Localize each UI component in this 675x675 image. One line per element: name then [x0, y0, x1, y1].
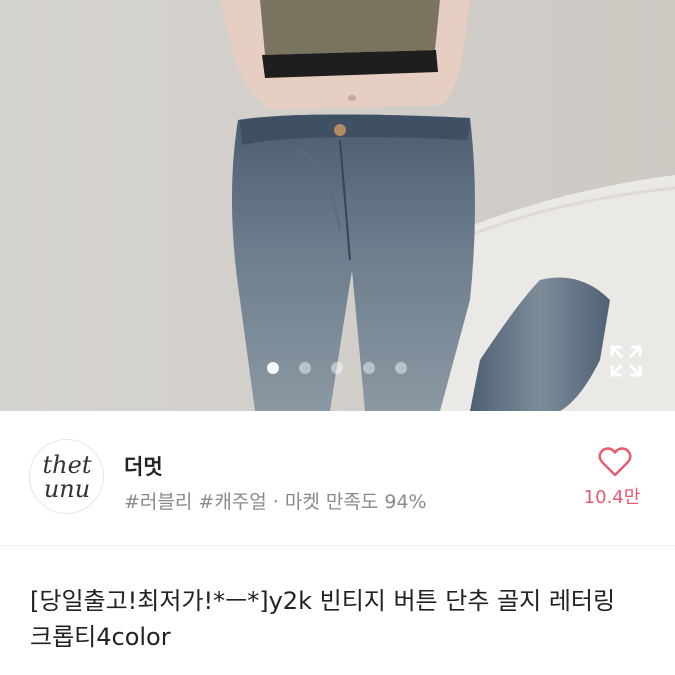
carousel-indicator	[62, 362, 612, 378]
product-title: [당일출고!최저가!*ㅡ*]y2k 빈티지 버튼 단추 골지 레터링 크롭티4c…	[30, 587, 616, 651]
shop-tags: #러블리 #캐주얼 · 마켓 만족도 94%	[124, 491, 427, 513]
expand-button[interactable]	[608, 343, 644, 379]
carousel-dot[interactable]	[395, 362, 407, 374]
carousel-dot[interactable]	[331, 362, 343, 374]
carousel-dot-active[interactable]	[267, 362, 279, 374]
seller-info[interactable]: thet unu 더멋 #러블리 #캐주얼 · 마켓 만족도 94% 10.4만	[0, 411, 675, 546]
svg-text:unu: unu	[43, 475, 89, 503]
product-photo[interactable]	[0, 0, 675, 411]
shop-logo[interactable]: thet unu	[29, 439, 104, 514]
carousel-dot[interactable]	[299, 362, 311, 374]
like-count: 10.4만	[583, 487, 641, 508]
heart-outline-icon	[598, 447, 632, 477]
carousel-dot[interactable]	[363, 362, 375, 374]
shop-logo-image: thet unu	[42, 451, 91, 503]
expand-icon	[610, 345, 642, 377]
like-button[interactable]: 10.4만	[584, 447, 646, 519]
shop-name[interactable]: 더멋	[124, 451, 163, 481]
product-image	[0, 0, 675, 411]
